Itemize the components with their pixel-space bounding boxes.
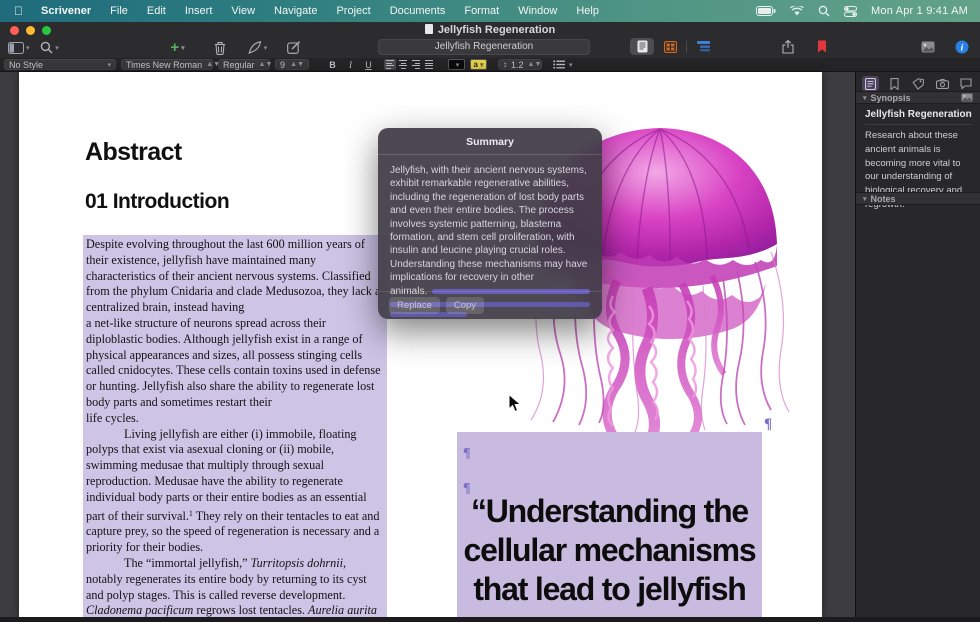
menu-status-area: Mon Apr 1 9:41 AM [756,5,968,17]
font-size-stepper[interactable]: 9▲▼ [275,59,309,70]
summary-popup-body: Jellyfish, with their ancient nervous sy… [378,155,602,285]
align-left-button[interactable] [384,59,396,70]
search-button[interactable]: ▾ [40,39,60,56]
screen:  Scrivener File Edit Insert View Naviga… [0,0,980,622]
menu-view[interactable]: View [231,5,255,17]
list-format-button[interactable]: ▾ [553,60,573,69]
media-button[interactable] [918,38,938,55]
font-dropdown[interactable]: Times New Roman▲▼ [121,59,213,70]
menu-edit[interactable]: Edit [147,5,166,17]
chevron-down-icon: ▾ [863,195,867,203]
align-justify-button[interactable] [423,59,435,70]
view-document-button[interactable] [630,38,654,55]
binder-toggle-button[interactable]: ▾ [8,39,30,56]
paragraph-1: Despite evolving throughout the last 600… [86,237,384,427]
pull-quote-text: “Understanding the cellular mechanisms t… [457,492,762,609]
inspector-sidebar: ▾ Synopsis Jellyfish Regeneration Resear… [855,72,980,617]
window-title: Jellyfish Regeneration [0,24,980,36]
inspector-info-button[interactable]: i [952,38,972,55]
menu-insert[interactable]: Insert [185,5,213,17]
alignment-group [384,59,435,70]
menu-navigate[interactable]: Navigate [274,5,317,17]
pilcrow-mark: ¶ [463,446,471,462]
share-button[interactable] [778,38,798,55]
replace-button[interactable]: Replace [389,297,440,314]
window-bottom-bar [0,617,980,622]
summary-popup-buttons: Replace Copy [378,291,602,319]
toolbar: ▾ ▾ +▾ ▾ Jellyfish Regeneration [0,37,980,58]
menu-format[interactable]: Format [464,5,499,17]
align-center-button[interactable] [397,59,409,70]
menu-help[interactable]: Help [576,5,599,17]
paragraph-2: Living jellyfish are either (i) immobile… [86,427,384,556]
compose-button[interactable] [284,39,304,56]
metadata-tag-tab-icon[interactable] [910,76,927,91]
pull-quote-block[interactable]: ¶ ¶ “Understanding the cellular mechanis… [457,432,762,617]
battery-icon[interactable] [756,6,776,16]
paragraph-3: The “immortal jellyfish,” Turritopsis do… [86,556,384,622]
svg-text:i: i [961,43,964,53]
align-right-button[interactable] [410,59,422,70]
chevron-down-icon: ▾ [863,94,867,102]
control-center-icon[interactable] [844,6,857,17]
synopsis-section-header[interactable]: ▾ Synopsis [856,91,980,104]
notes-section-header[interactable]: ▾ Notes [856,192,980,205]
menu-file[interactable]: File [110,5,128,17]
divider [865,124,972,125]
text-color-well[interactable]: ▾ [448,59,465,70]
bold-button[interactable]: B [326,60,339,70]
window-title-bar: Jellyfish Regeneration [0,22,980,37]
spotlight-search-icon[interactable] [818,5,830,17]
italic-button[interactable]: I [344,60,357,70]
highlight-color-well[interactable]: a▾ [470,59,487,70]
view-corkboard-button[interactable] [658,38,682,55]
summary-popup: Summary Jellyfish, with their ancient ne… [378,128,602,319]
view-outline-button[interactable] [691,38,715,55]
wifi-icon[interactable] [790,6,804,16]
menu-clock[interactable]: Mon Apr 1 9:41 AM [871,5,968,17]
document-icon [425,24,433,34]
toolbar-separator [686,41,687,53]
snapshots-camera-tab-icon[interactable] [934,76,951,91]
trash-button[interactable] [210,39,230,56]
heading-introduction: 01 Introduction [85,190,229,214]
copy-button[interactable]: Copy [446,297,484,314]
menu-bar:  Scrivener File Edit Insert View Naviga… [0,0,980,22]
heading-abstract: Abstract [85,138,182,167]
menu-documents[interactable]: Documents [390,5,446,17]
bookmarks-tab-icon[interactable] [886,76,903,91]
underline-button[interactable]: U [362,60,375,70]
format-bar: No Style▾ Times New Roman▲▼ Regular▲▼ 9▲… [0,58,980,72]
add-item-button[interactable]: +▾ [168,39,188,56]
mouse-cursor-icon [508,394,522,414]
comments-tab-icon[interactable] [958,76,975,91]
line-spacing-stepper[interactable]: ↕1.2▲▼ [498,59,542,70]
body-text-column[interactable]: Despite evolving throughout the last 600… [83,235,387,622]
pilcrow-mark: ¶ [764,416,772,433]
menu-scrivener[interactable]: Scrivener [41,5,91,17]
menu-project[interactable]: Project [336,5,370,17]
apple-menu-icon[interactable]:  [14,4,23,18]
inspector-tab-bar [856,75,980,92]
quill-inspect-button[interactable]: ▾ [248,39,268,56]
menu-items: Scrivener File Edit Insert View Navigate… [41,5,599,17]
menu-window[interactable]: Window [518,5,557,17]
synopsis-card-title[interactable]: Jellyfish Regeneration [865,109,972,120]
synopsis-image-toggle-icon[interactable] [961,93,973,102]
view-mode-group [630,38,715,55]
document-title-field[interactable]: Jellyfish Regeneration [378,39,590,55]
style-dropdown[interactable]: No Style▾ [4,59,116,70]
summary-popup-title: Summary [378,128,602,154]
bookmark-button[interactable] [812,38,832,55]
notes-tab-icon[interactable] [862,76,879,91]
typeface-dropdown[interactable]: Regular▲▼ [218,59,270,70]
